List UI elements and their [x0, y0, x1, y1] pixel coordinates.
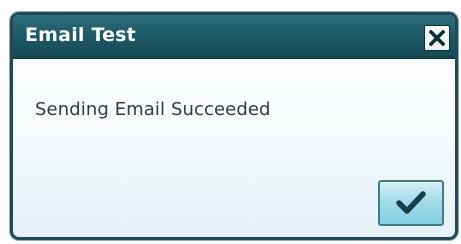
email-test-dialog: Email Test Sending Email Succeeded — [10, 12, 458, 240]
checkmark-icon — [396, 190, 426, 216]
ok-button[interactable] — [378, 180, 444, 226]
dialog-titlebar[interactable]: Email Test — [13, 15, 455, 59]
close-button[interactable] — [424, 25, 450, 51]
close-x-icon — [429, 30, 445, 46]
status-message: Sending Email Succeeded — [35, 99, 271, 120]
dialog-title: Email Test — [25, 24, 136, 46]
